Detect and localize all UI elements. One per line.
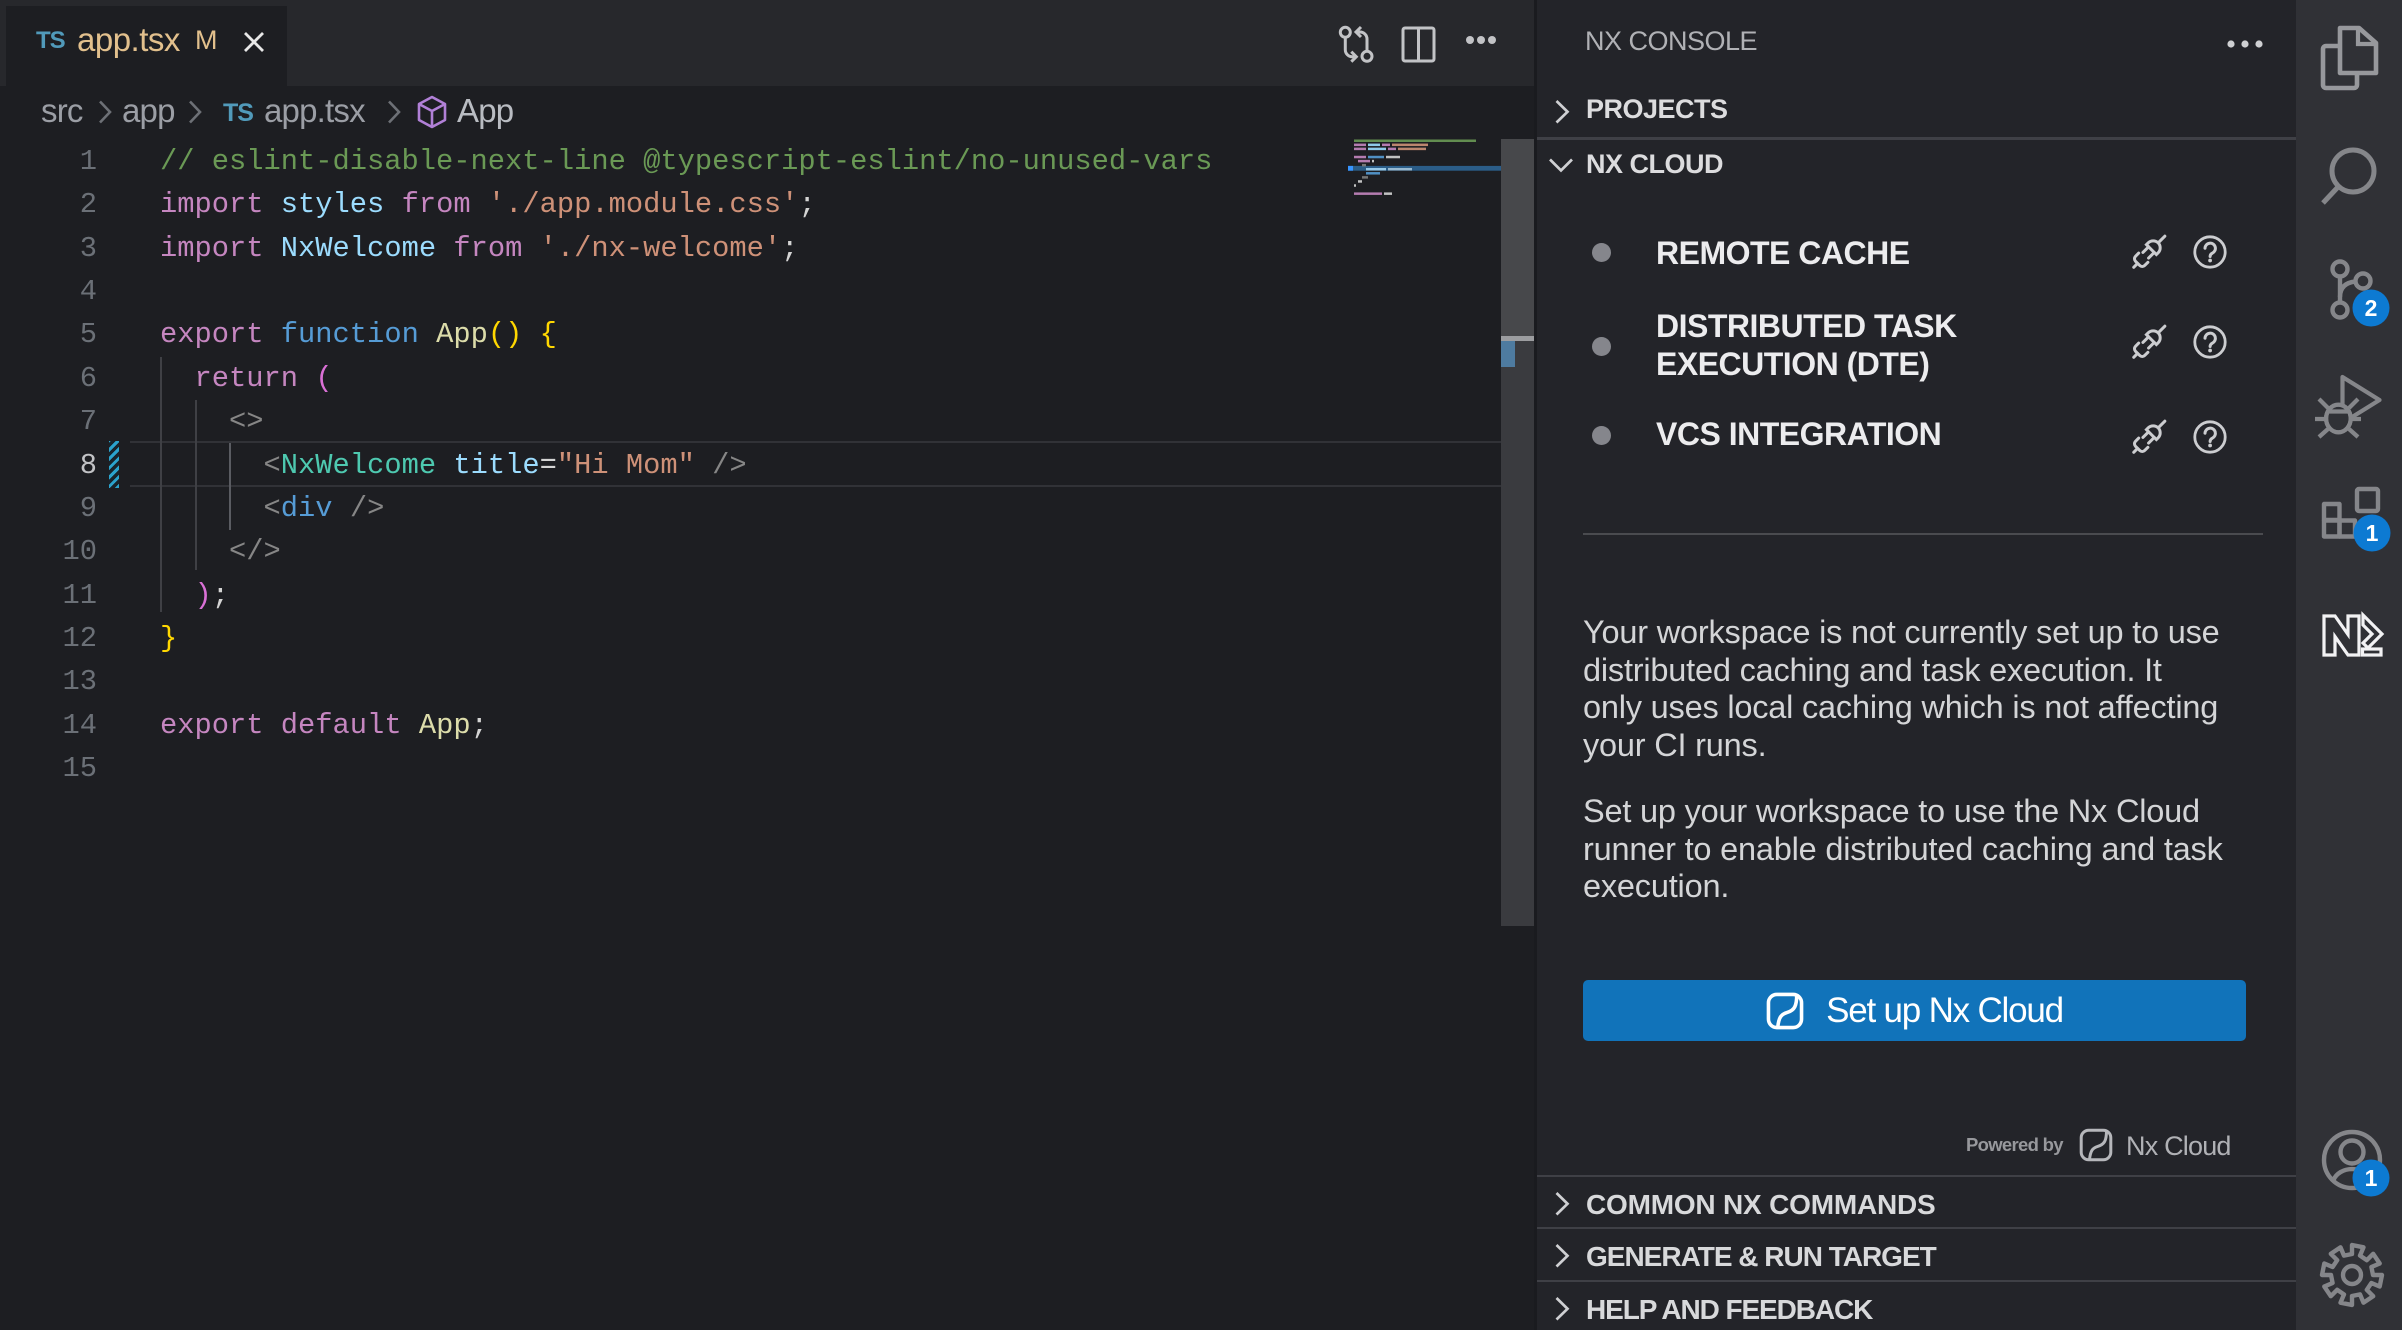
svg-text:1: 1 [2365,1165,2378,1191]
svg-text:1: 1 [2366,520,2379,546]
svg-text:2: 2 [2365,295,2378,321]
